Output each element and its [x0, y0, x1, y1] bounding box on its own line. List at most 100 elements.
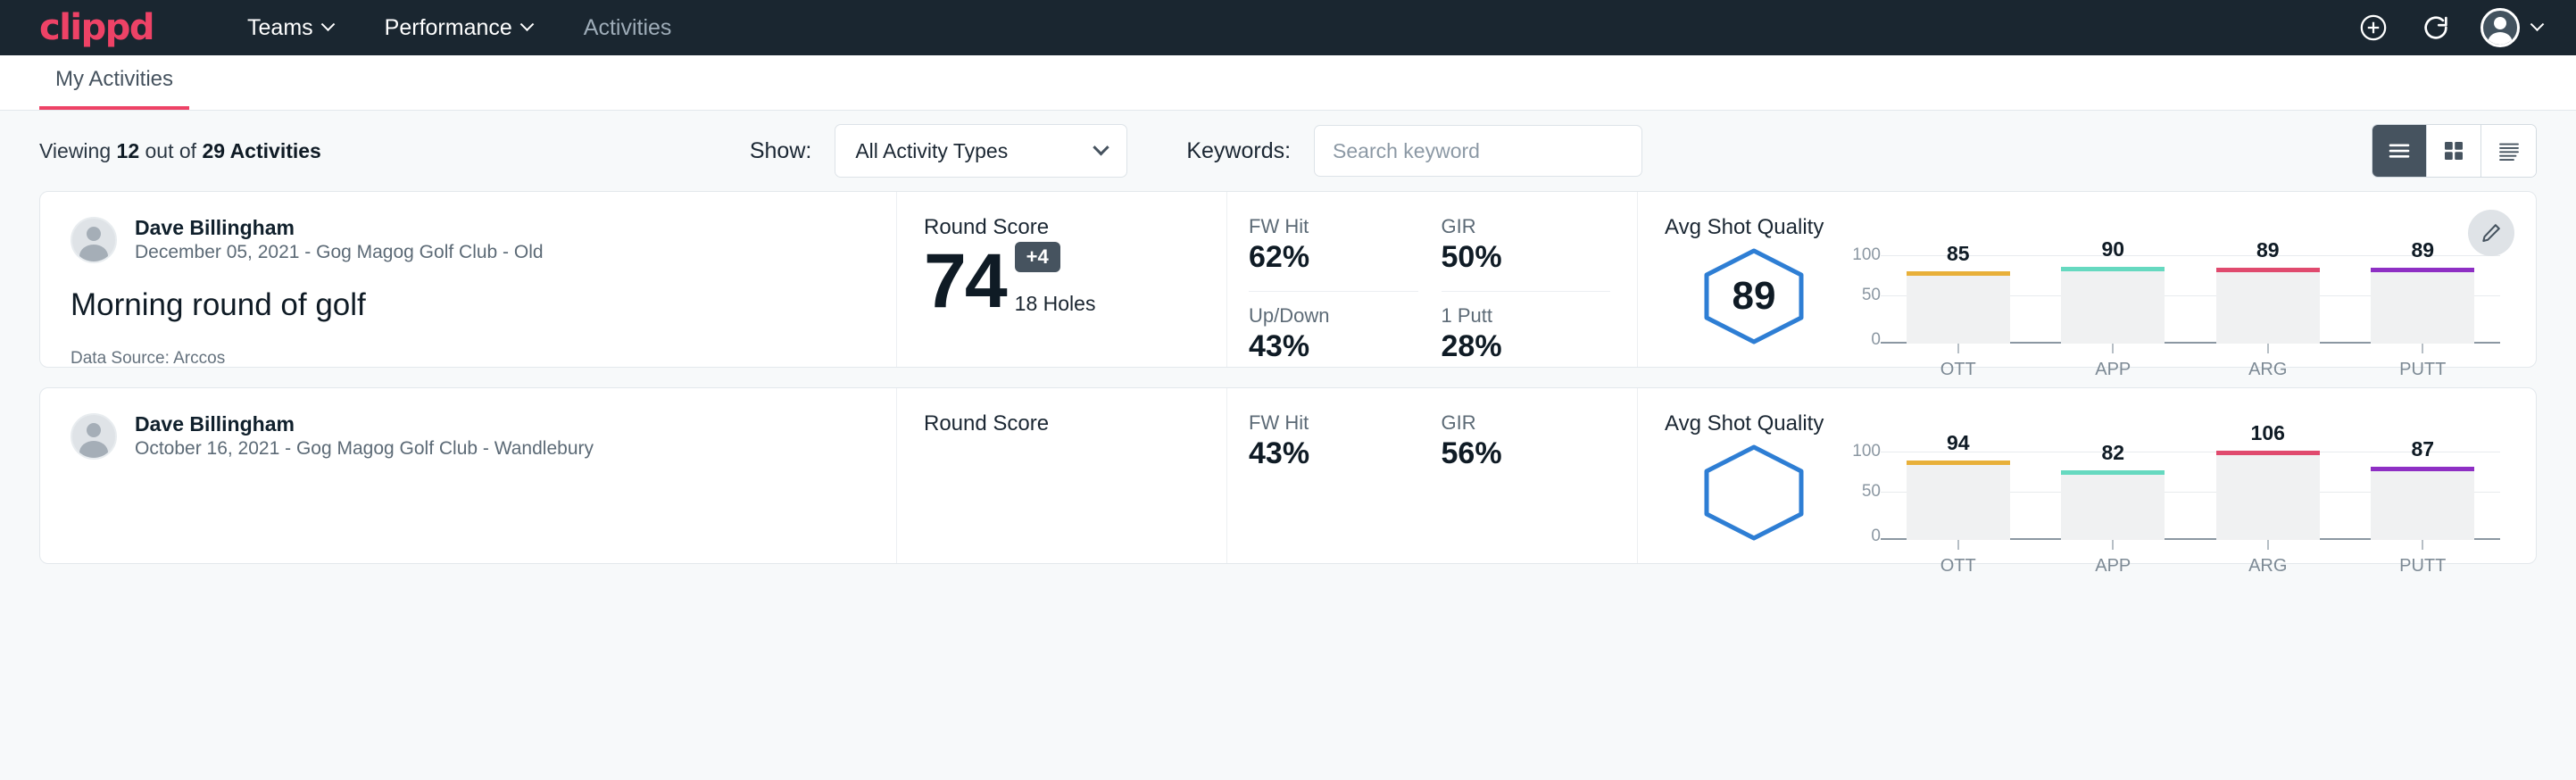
- round-score-label: Round Score: [924, 411, 1226, 436]
- avg-shot-quality-label: Avg Shot Quality: [1665, 215, 2536, 240]
- bar-cap: [1907, 271, 2010, 276]
- stat-gir: GIR 56%: [1442, 411, 1611, 471]
- bar-column-ott: 85: [1881, 244, 2036, 344]
- stat-fw-hit: FW Hit 62%: [1249, 215, 1418, 275]
- avatar: [71, 413, 117, 460]
- avg-shot-quality-body: 89 100 50 0: [1665, 244, 2536, 380]
- chevron-down-icon: [520, 17, 535, 31]
- quality-hexagon: 89: [1699, 247, 1809, 345]
- bar-column-app: 82: [2036, 440, 2191, 540]
- bar-value: 90: [2061, 237, 2165, 261]
- chart-y-axis: 100 50 0: [1843, 244, 1881, 344]
- chart-x-axis: OTT APP ARG PUTT: [1881, 344, 2536, 380]
- activity-card[interactable]: Dave Billingham December 05, 2021 - Gog …: [39, 191, 2537, 368]
- quality-score: [1699, 444, 1809, 542]
- tick-mark: [2267, 344, 2269, 353]
- tab-my-activities[interactable]: My Activities: [39, 67, 189, 110]
- chevron-down-icon: [2530, 17, 2545, 31]
- bar-cap: [2216, 451, 2320, 455]
- x-label: APP: [2036, 556, 2191, 577]
- nav-item-label: Activities: [584, 15, 672, 41]
- search-input[interactable]: [1314, 125, 1642, 177]
- list-view-button[interactable]: [2372, 125, 2427, 177]
- score-to-par-badge: +4: [1015, 242, 1060, 272]
- activity-meta: October 16, 2021 - Gog Magog Golf Club -…: [135, 437, 594, 461]
- chevron-down-icon: [1093, 139, 1109, 155]
- x-tick-arg: ARG: [2190, 540, 2346, 577]
- activity-card[interactable]: Dave Billingham October 16, 2021 - Gog M…: [39, 387, 2537, 564]
- edit-activity-button[interactable]: [2468, 210, 2514, 256]
- tick-mark: [1957, 540, 1959, 550]
- quality-hexagon-wrap: [1665, 440, 1843, 542]
- x-tick-ott: OTT: [1881, 344, 2036, 380]
- chart-x-axis: OTT APP ARG PUTT: [1881, 540, 2536, 577]
- bar-column-putt: 87: [2346, 440, 2501, 540]
- round-score-value: 74: [924, 243, 1006, 321]
- plus-circle-icon[interactable]: [2356, 10, 2391, 46]
- bar-column-arg: 89: [2190, 244, 2346, 344]
- shot-quality-chart: 100 50 0 94: [1843, 440, 2536, 540]
- chart-plot-area: 85 90: [1881, 244, 2500, 344]
- stat-fw-hit: FW Hit 43%: [1249, 411, 1418, 471]
- x-label: APP: [2036, 360, 2191, 380]
- detail-view-button[interactable]: [2481, 125, 2536, 177]
- activity-title: Morning round of golf: [71, 287, 866, 323]
- x-label: ARG: [2190, 360, 2346, 380]
- stat-gir: GIR 50%: [1442, 215, 1611, 275]
- bar-cap: [2371, 268, 2474, 272]
- activity-type-select[interactable]: All Activity Types: [835, 124, 1127, 178]
- chart-plot-area: 94 82: [1881, 440, 2500, 540]
- chart-y-axis: 100 50 0: [1843, 440, 1881, 540]
- activity-summary: Dave Billingham December 05, 2021 - Gog …: [40, 192, 897, 367]
- x-label: PUTT: [2346, 556, 2501, 577]
- quality-score: 89: [1699, 247, 1809, 345]
- stat-value: 28%: [1442, 329, 1611, 364]
- bar-column-putt: 89: [2346, 244, 2501, 344]
- bar-value: 94: [1907, 431, 2010, 455]
- refresh-icon[interactable]: [2418, 10, 2454, 46]
- round-score-row: 74 +4 18 Holes: [924, 242, 1226, 321]
- bar-column-ott: 94: [1881, 440, 2036, 540]
- stat-value: 43%: [1249, 436, 1418, 471]
- bar-value: 89: [2371, 238, 2474, 262]
- bar-cap: [2061, 470, 2165, 475]
- keywords-label: Keywords:: [1186, 138, 1291, 164]
- bar-value: 82: [2061, 441, 2165, 465]
- player-row: Dave Billingham December 05, 2021 - Gog …: [71, 215, 866, 264]
- y-tick: 0: [1871, 527, 1881, 546]
- grid-view-button[interactable]: [2427, 125, 2481, 177]
- quality-hexagon-wrap: 89: [1665, 244, 1843, 345]
- y-tick: 50: [1862, 482, 1881, 502]
- round-score-section: Round Score: [897, 388, 1227, 563]
- stat-up-down: Up/Down 43%: [1249, 291, 1418, 364]
- stat-label: GIR: [1442, 215, 1611, 238]
- tick-mark: [2267, 540, 2269, 550]
- avg-shot-quality-section: Avg Shot Quality 100 50: [1638, 388, 2536, 563]
- x-label: OTT: [1881, 556, 2036, 577]
- bar-cap: [2216, 268, 2320, 272]
- tick-mark: [2422, 540, 2423, 550]
- stat-one-putt: 1 Putt 28%: [1442, 291, 1611, 364]
- viewing-count: 12: [117, 139, 140, 162]
- x-tick-ott: OTT: [1881, 540, 2036, 577]
- player-name: Dave Billingham: [135, 215, 544, 241]
- bar-value: 85: [1907, 242, 2010, 266]
- x-label: ARG: [2190, 556, 2346, 577]
- activity-meta: December 05, 2021 - Gog Magog Golf Club …: [135, 241, 544, 264]
- nav-item-activities[interactable]: Activities: [558, 15, 698, 41]
- chart-bars: 85 90: [1881, 244, 2500, 344]
- nav-item-performance[interactable]: Performance: [359, 15, 558, 41]
- chevron-down-icon: [320, 17, 335, 31]
- stat-value: 62%: [1249, 240, 1418, 275]
- x-label: PUTT: [2346, 360, 2501, 380]
- y-tick: 0: [1871, 330, 1881, 350]
- x-label: OTT: [1881, 360, 2036, 380]
- activity-card-list: Dave Billingham December 05, 2021 - Gog …: [0, 191, 2576, 564]
- nav-item-teams[interactable]: Teams: [221, 15, 359, 41]
- tick-mark: [1957, 344, 1959, 353]
- filter-toolbar: Viewing 12 out of 29 Activities Show: Al…: [0, 111, 2576, 191]
- app-logo[interactable]: clippd: [39, 7, 154, 48]
- avg-shot-quality-section: Avg Shot Quality 89 100 50: [1638, 192, 2536, 367]
- round-score-side: +4 18 Holes: [1015, 242, 1096, 321]
- account-menu[interactable]: [2480, 8, 2542, 47]
